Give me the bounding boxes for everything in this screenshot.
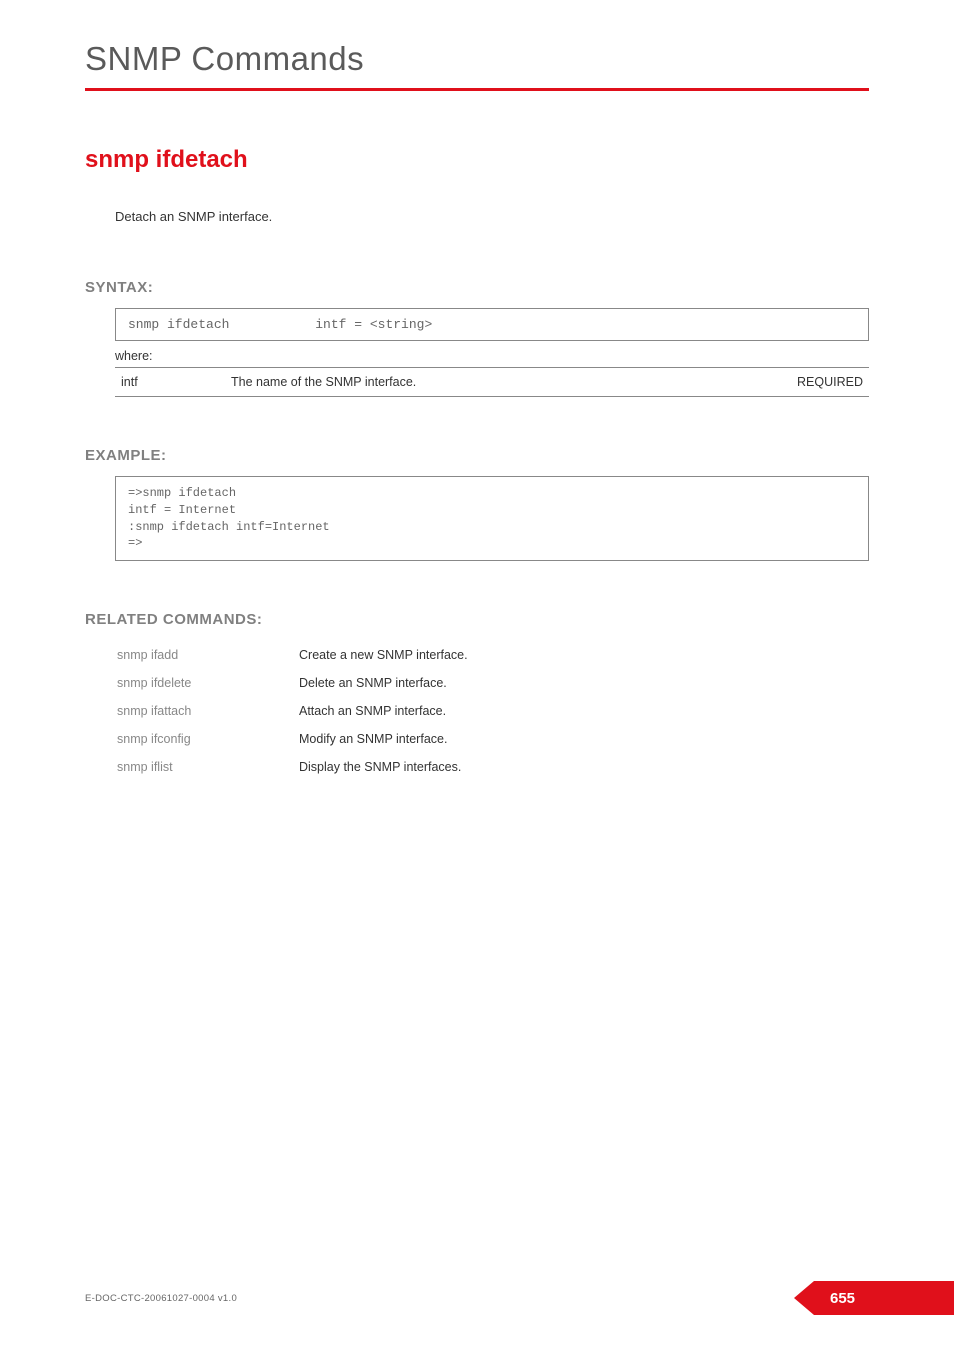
param-req: REQUIRED <box>759 368 869 397</box>
param-desc: The name of the SNMP interface. <box>225 368 759 397</box>
table-row: snmp iflist Display the SNMP interfaces. <box>117 754 468 780</box>
syntax-code: snmp ifdetach intf = <string> <box>128 317 856 332</box>
example-code: =>snmp ifdetach intf = Internet :snmp if… <box>128 485 856 552</box>
header-rule <box>85 88 869 91</box>
example-heading: EXAMPLE: <box>85 447 869 464</box>
related-cmd: snmp ifconfig <box>117 726 297 752</box>
where-label: where: <box>115 349 869 363</box>
related-desc: Display the SNMP interfaces. <box>299 754 468 780</box>
table-row: snmp ifadd Create a new SNMP interface. <box>117 642 468 668</box>
syntax-box: snmp ifdetach intf = <string> <box>115 308 869 341</box>
param-name: intf <box>115 368 225 397</box>
page-number-badge: 655 <box>794 1281 954 1315</box>
table-row: snmp ifattach Attach an SNMP interface. <box>117 698 468 724</box>
command-title: snmp ifdetach <box>85 146 869 174</box>
table-row: intf The name of the SNMP interface. REQ… <box>115 368 869 397</box>
page-number: 655 <box>814 1281 954 1315</box>
footer: E-DOC-CTC-20061027-0004 v1.0 655 <box>85 1281 954 1315</box>
related-cmd: snmp ifdelete <box>117 670 297 696</box>
table-row: snmp ifdelete Delete an SNMP interface. <box>117 670 468 696</box>
page: SNMP Commands snmp ifdetach Detach an SN… <box>0 0 954 1350</box>
related-table: snmp ifadd Create a new SNMP interface. … <box>115 640 470 782</box>
related-desc: Create a new SNMP interface. <box>299 642 468 668</box>
chapter-title: SNMP Commands <box>85 40 869 78</box>
param-table: intf The name of the SNMP interface. REQ… <box>115 367 869 397</box>
example-box: =>snmp ifdetach intf = Internet :snmp if… <box>115 476 869 561</box>
related-cmd: snmp ifattach <box>117 698 297 724</box>
related-desc: Delete an SNMP interface. <box>299 670 468 696</box>
related-desc: Attach an SNMP interface. <box>299 698 468 724</box>
related-heading: RELATED COMMANDS: <box>85 611 869 628</box>
syntax-heading: SYNTAX: <box>85 279 869 296</box>
related-desc: Modify an SNMP interface. <box>299 726 468 752</box>
related-cmd: snmp iflist <box>117 754 297 780</box>
badge-triangle <box>794 1281 814 1315</box>
footer-doc-id: E-DOC-CTC-20061027-0004 v1.0 <box>85 1293 237 1304</box>
table-row: snmp ifconfig Modify an SNMP interface. <box>117 726 468 752</box>
command-description: Detach an SNMP interface. <box>115 209 869 224</box>
related-cmd: snmp ifadd <box>117 642 297 668</box>
